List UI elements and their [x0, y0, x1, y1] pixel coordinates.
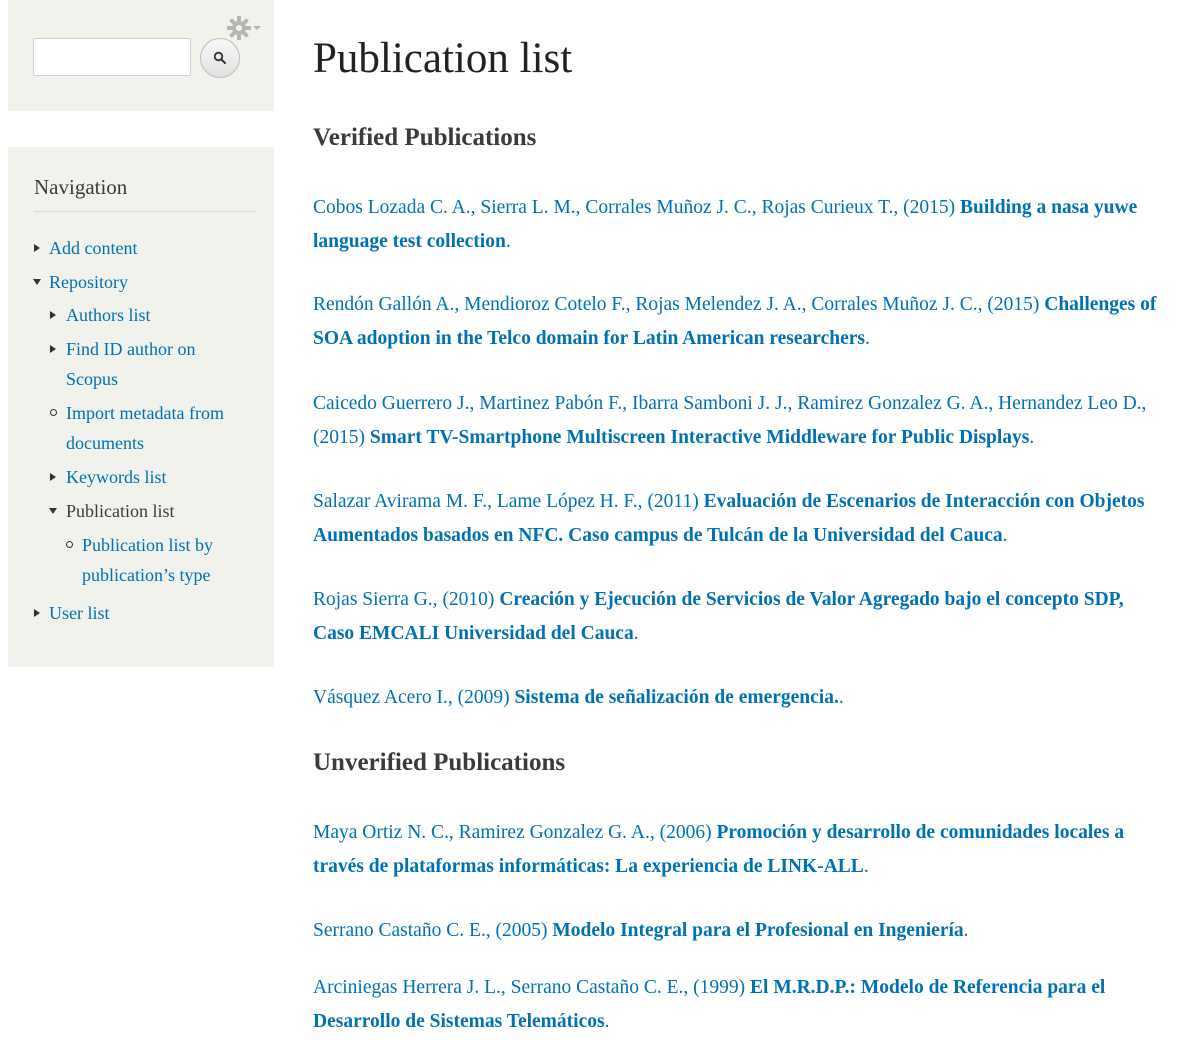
- nav-item-repository[interactable]: Repository: [49, 267, 128, 297]
- nav-item-add-content[interactable]: Add content: [49, 233, 137, 263]
- publication-item: Cobos Lozada C. A., Sierra L. M., Corral…: [313, 197, 1138, 252]
- publication-year: (2005): [495, 920, 548, 941]
- search-block: [8, 0, 274, 111]
- collapsed-arrow-icon: [50, 473, 56, 481]
- nav-link-find-id-author[interactable]: Find ID author on Scopus: [66, 339, 196, 389]
- publication-year: (2010): [442, 589, 495, 610]
- gear-icon: [227, 16, 251, 40]
- publication-year: (2011): [647, 491, 699, 512]
- publication-authors: Cobos Lozada C. A., Sierra L. M., Corral…: [313, 197, 904, 218]
- publication-authors: Arciniegas Herrera J. L., Serrano Castañ…: [313, 977, 694, 998]
- publication-item: Rendón Gallón A., Mendioroz Cotelo F., R…: [313, 294, 1157, 349]
- collapsed-arrow-icon: [34, 609, 40, 617]
- leaf-bullet-icon: [50, 409, 57, 416]
- section-title-verified: Verified Publications: [313, 124, 537, 151]
- publication-item: Serrano Castaño C. E., (2005) Modelo Int…: [313, 920, 969, 941]
- nav-link-user-list[interactable]: User list: [49, 603, 110, 623]
- nav-item-keywords-list[interactable]: Keywords list: [66, 462, 167, 492]
- nav-item-user-list[interactable]: User list: [49, 598, 110, 628]
- search-button[interactable]: [200, 38, 240, 78]
- publication-item: Salazar Avirama M. F., Lame López H. F.,…: [313, 491, 1145, 546]
- publication-authors: Rendón Gallón A., Mendioroz Cotelo F., R…: [313, 294, 988, 315]
- publication-item: Caicedo Guerrero J., Martinez Pabón F., …: [313, 393, 1147, 448]
- publication-authors: Salazar Avirama M. F., Lame López H. F.,: [313, 491, 648, 512]
- navigation-title: Navigation: [34, 175, 128, 199]
- publication-authors: Serrano Castaño C. E.,: [313, 920, 496, 941]
- block-settings-button[interactable]: [226, 14, 266, 42]
- search-input[interactable]: [33, 38, 191, 76]
- nav-item-publication-list-by-type[interactable]: Publication list by publication’s type: [82, 530, 262, 590]
- collapsed-arrow-icon: [50, 311, 56, 319]
- publication-authors: Maya Ortiz N. C., Ramirez Gonzalez G. A.…: [313, 822, 660, 843]
- navigation-block: Navigation Add content Repository Author…: [8, 147, 274, 667]
- collapsed-arrow-icon: [50, 345, 56, 353]
- page-title: Publication list: [313, 35, 573, 82]
- section-title-unverified: Unverified Publications: [313, 749, 566, 776]
- nav-item-publication-list[interactable]: Publication list: [66, 496, 175, 526]
- search-icon: [213, 51, 226, 64]
- nav-link-repository[interactable]: Repository: [49, 272, 128, 292]
- expanded-arrow-icon: [49, 508, 57, 514]
- publication-title-link[interactable]: Modelo Integral para el Profesional en I…: [552, 920, 963, 941]
- publication-title-link[interactable]: Smart TV-Smartphone Multiscreen Interact…: [370, 427, 1030, 448]
- nav-link-authors-list[interactable]: Authors list: [66, 305, 151, 325]
- nav-link-publication-list[interactable]: Publication list: [66, 501, 175, 521]
- publication-authors: Vásquez Acero I.,: [313, 687, 458, 708]
- nav-item-find-id-author[interactable]: Find ID author on Scopus: [66, 334, 246, 394]
- publication-year: (2015): [903, 197, 956, 218]
- nav-item-import-metadata[interactable]: Import metadata from documents: [66, 398, 261, 458]
- publication-item: Rojas Sierra G., (2010) Creación y Ejecu…: [313, 589, 1124, 644]
- leaf-bullet-icon: [66, 541, 73, 548]
- chevron-down-icon: [253, 26, 261, 30]
- publication-authors: Rojas Sierra G.,: [313, 589, 443, 610]
- publication-year: (2006): [659, 822, 712, 843]
- expanded-arrow-icon: [33, 279, 41, 285]
- publication-title-link[interactable]: Sistema de señalización de emergencia.: [514, 687, 838, 708]
- publication-year: (2015): [313, 427, 365, 448]
- nav-link-import-metadata[interactable]: Import metadata from documents: [66, 403, 224, 453]
- collapsed-arrow-icon: [34, 244, 40, 252]
- nav-link-add-content[interactable]: Add content: [49, 238, 137, 258]
- publication-item: Maya Ortiz N. C., Ramirez Gonzalez G. A.…: [313, 822, 1125, 877]
- publication-item: Vásquez Acero I., (2009) Sistema de seña…: [313, 687, 844, 708]
- divider: [34, 211, 256, 212]
- publication-year: (2009): [457, 687, 510, 708]
- nav-link-keywords-list[interactable]: Keywords list: [66, 467, 167, 487]
- publication-year: (1999): [693, 977, 746, 998]
- nav-link-publication-list-by-type[interactable]: Publication list by publication’s type: [82, 535, 213, 585]
- publication-authors: Caicedo Guerrero J., Martinez Pabón F., …: [313, 393, 1147, 414]
- publication-item: Arciniegas Herrera J. L., Serrano Castañ…: [313, 977, 1106, 1032]
- publication-year: (2015): [987, 294, 1040, 315]
- nav-item-authors-list[interactable]: Authors list: [66, 300, 151, 330]
